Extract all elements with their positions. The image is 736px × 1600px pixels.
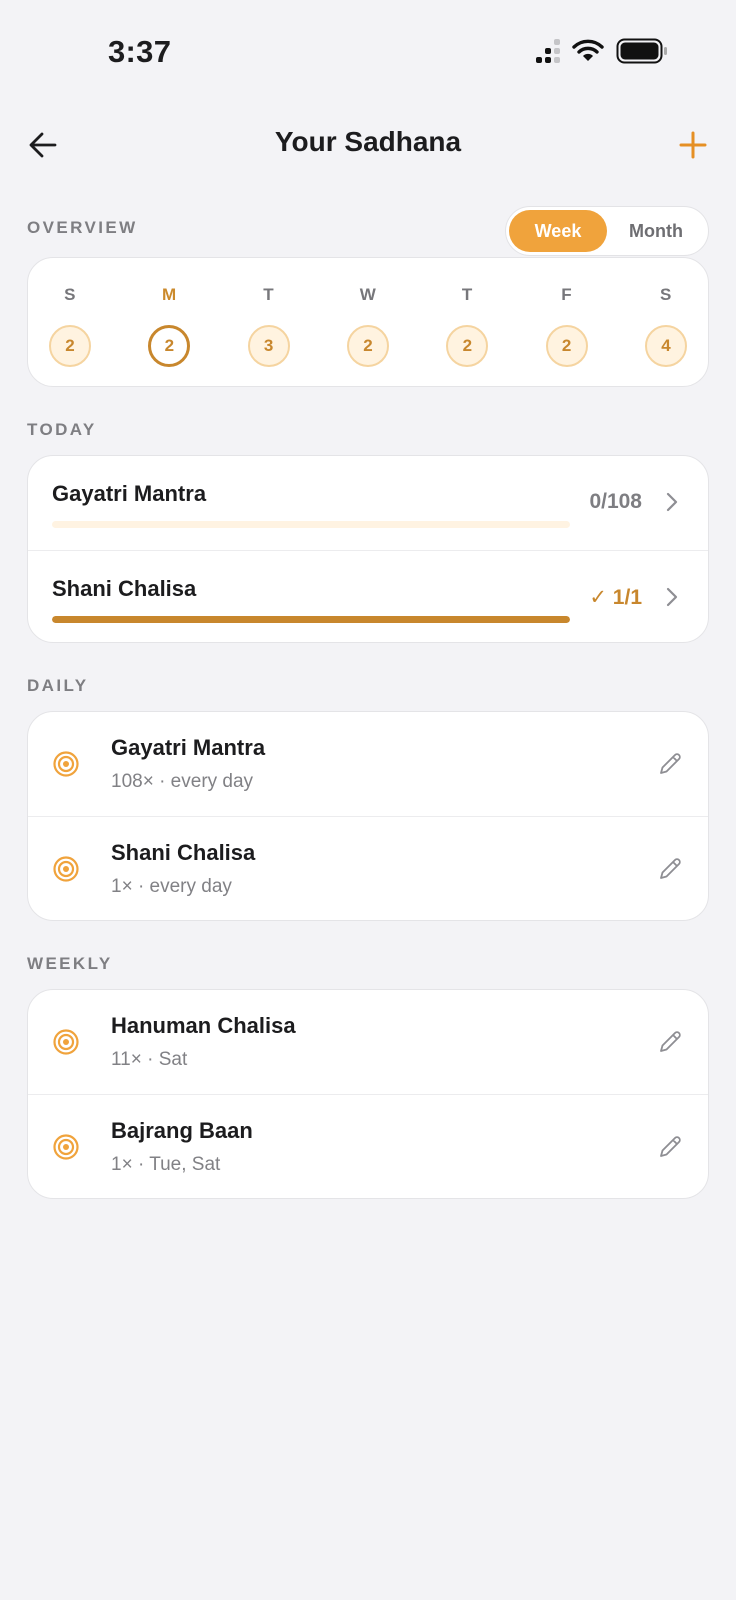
list-item-title: Shani Chalisa [111,840,256,865]
status-time: 3:37 [108,34,172,69]
day-count-circle: 2 [148,325,191,367]
status-icons [536,38,668,64]
pencil-icon [660,1136,681,1157]
today-item-name: Gayatri Mantra [52,481,207,506]
target-icon [53,1029,79,1055]
day-letter: S [64,285,76,304]
section-label-today: TODAY [27,420,97,439]
progress-bar-fill [52,616,570,623]
day-letter: F [561,285,573,304]
month-toggle-button[interactable]: Month [607,210,705,252]
week-toggle-button[interactable]: Week [509,210,607,252]
section-label-daily: DAILY [27,676,89,695]
today-item-count: 0/108 [589,490,642,513]
list-item-title: Hanuman Chalisa [111,1013,296,1038]
navigation-bar: Your Sadhana [0,110,736,176]
target-icon [53,856,79,882]
list-item-title: Gayatri Mantra [111,735,266,760]
plus-icon [679,131,707,159]
day-column[interactable]: W 2 [346,258,390,367]
list-item-subtitle: 11× · Sat [111,1049,188,1070]
daily-card: Gayatri Mantra 108× · every day Shani Ch… [27,711,709,921]
day-count-circle: 4 [644,325,687,367]
day-letter: W [359,285,377,304]
pencil-icon [660,753,681,774]
page-title: Your Sadhana [274,126,462,157]
today-item[interactable]: Shani Chalisa ✓ 1/1 [28,550,708,642]
chevron-right-icon [666,492,678,512]
wifi-icon [572,39,604,61]
day-column[interactable]: T 2 [445,258,489,367]
period-toggle: Week Month [505,206,709,256]
week-overview-card: S 2 M 2 T 3 W 2 T 2 F 2 S 4 [27,257,709,387]
today-card: Gayatri Mantra 0/108 Shani Chalisa ✓ 1/1 [27,455,709,643]
edit-button[interactable] [654,1026,686,1058]
day-count-circle: 2 [446,325,489,367]
day-count-circle: 2 [49,325,91,367]
cellular-signal-icon [536,39,560,63]
weekly-card: Hanuman Chalisa 11× · Sat Bajrang Baan 1… [27,989,709,1199]
day-column[interactable]: T 3 [247,258,291,367]
day-column[interactable]: S 2 [48,258,92,367]
list-item[interactable]: Hanuman Chalisa 11× · Sat [28,990,708,1094]
day-letter: M [161,285,177,304]
day-count-circle: 3 [247,325,290,367]
list-item[interactable]: Bajrang Baan 1× · Tue, Sat [28,1094,708,1198]
day-count-circle: 2 [545,325,588,367]
target-icon [53,751,79,777]
status-bar: 3:37 [0,0,736,96]
edit-button[interactable] [654,1131,686,1163]
day-column[interactable]: F 2 [545,258,589,367]
today-item-count: ✓ 1/1 [589,586,642,609]
day-letter: T [263,285,275,304]
battery-icon [616,38,667,64]
edit-button[interactable] [654,853,686,885]
week-days-row: S 2 M 2 T 3 W 2 T 2 F 2 S 4 [28,258,708,367]
progress-bar [52,521,570,528]
day-letter: T [461,285,473,304]
pencil-icon [660,1031,681,1052]
edit-button[interactable] [654,748,686,780]
day-column[interactable]: S 4 [644,258,688,367]
section-label-overview: OVERVIEW [27,218,138,237]
today-item-name: Shani Chalisa [52,576,197,601]
today-item[interactable]: Gayatri Mantra 0/108 [28,456,708,550]
list-item-title: Bajrang Baan [111,1118,253,1143]
pencil-icon [660,858,681,879]
section-label-weekly: WEEKLY [27,954,113,973]
day-column-current[interactable]: M 2 [147,258,191,367]
day-count-circle: 2 [346,325,389,367]
list-item-subtitle: 1× · Tue, Sat [111,1154,221,1175]
list-item[interactable]: Gayatri Mantra 108× · every day [28,712,708,816]
add-button[interactable] [670,122,716,168]
chevron-right-icon [666,587,678,607]
list-item[interactable]: Shani Chalisa 1× · every day [28,816,708,920]
day-letter: S [660,285,672,304]
progress-bar [52,616,570,623]
target-icon [53,1134,79,1160]
list-item-subtitle: 1× · every day [111,876,232,897]
list-item-subtitle: 108× · every day [111,771,254,792]
